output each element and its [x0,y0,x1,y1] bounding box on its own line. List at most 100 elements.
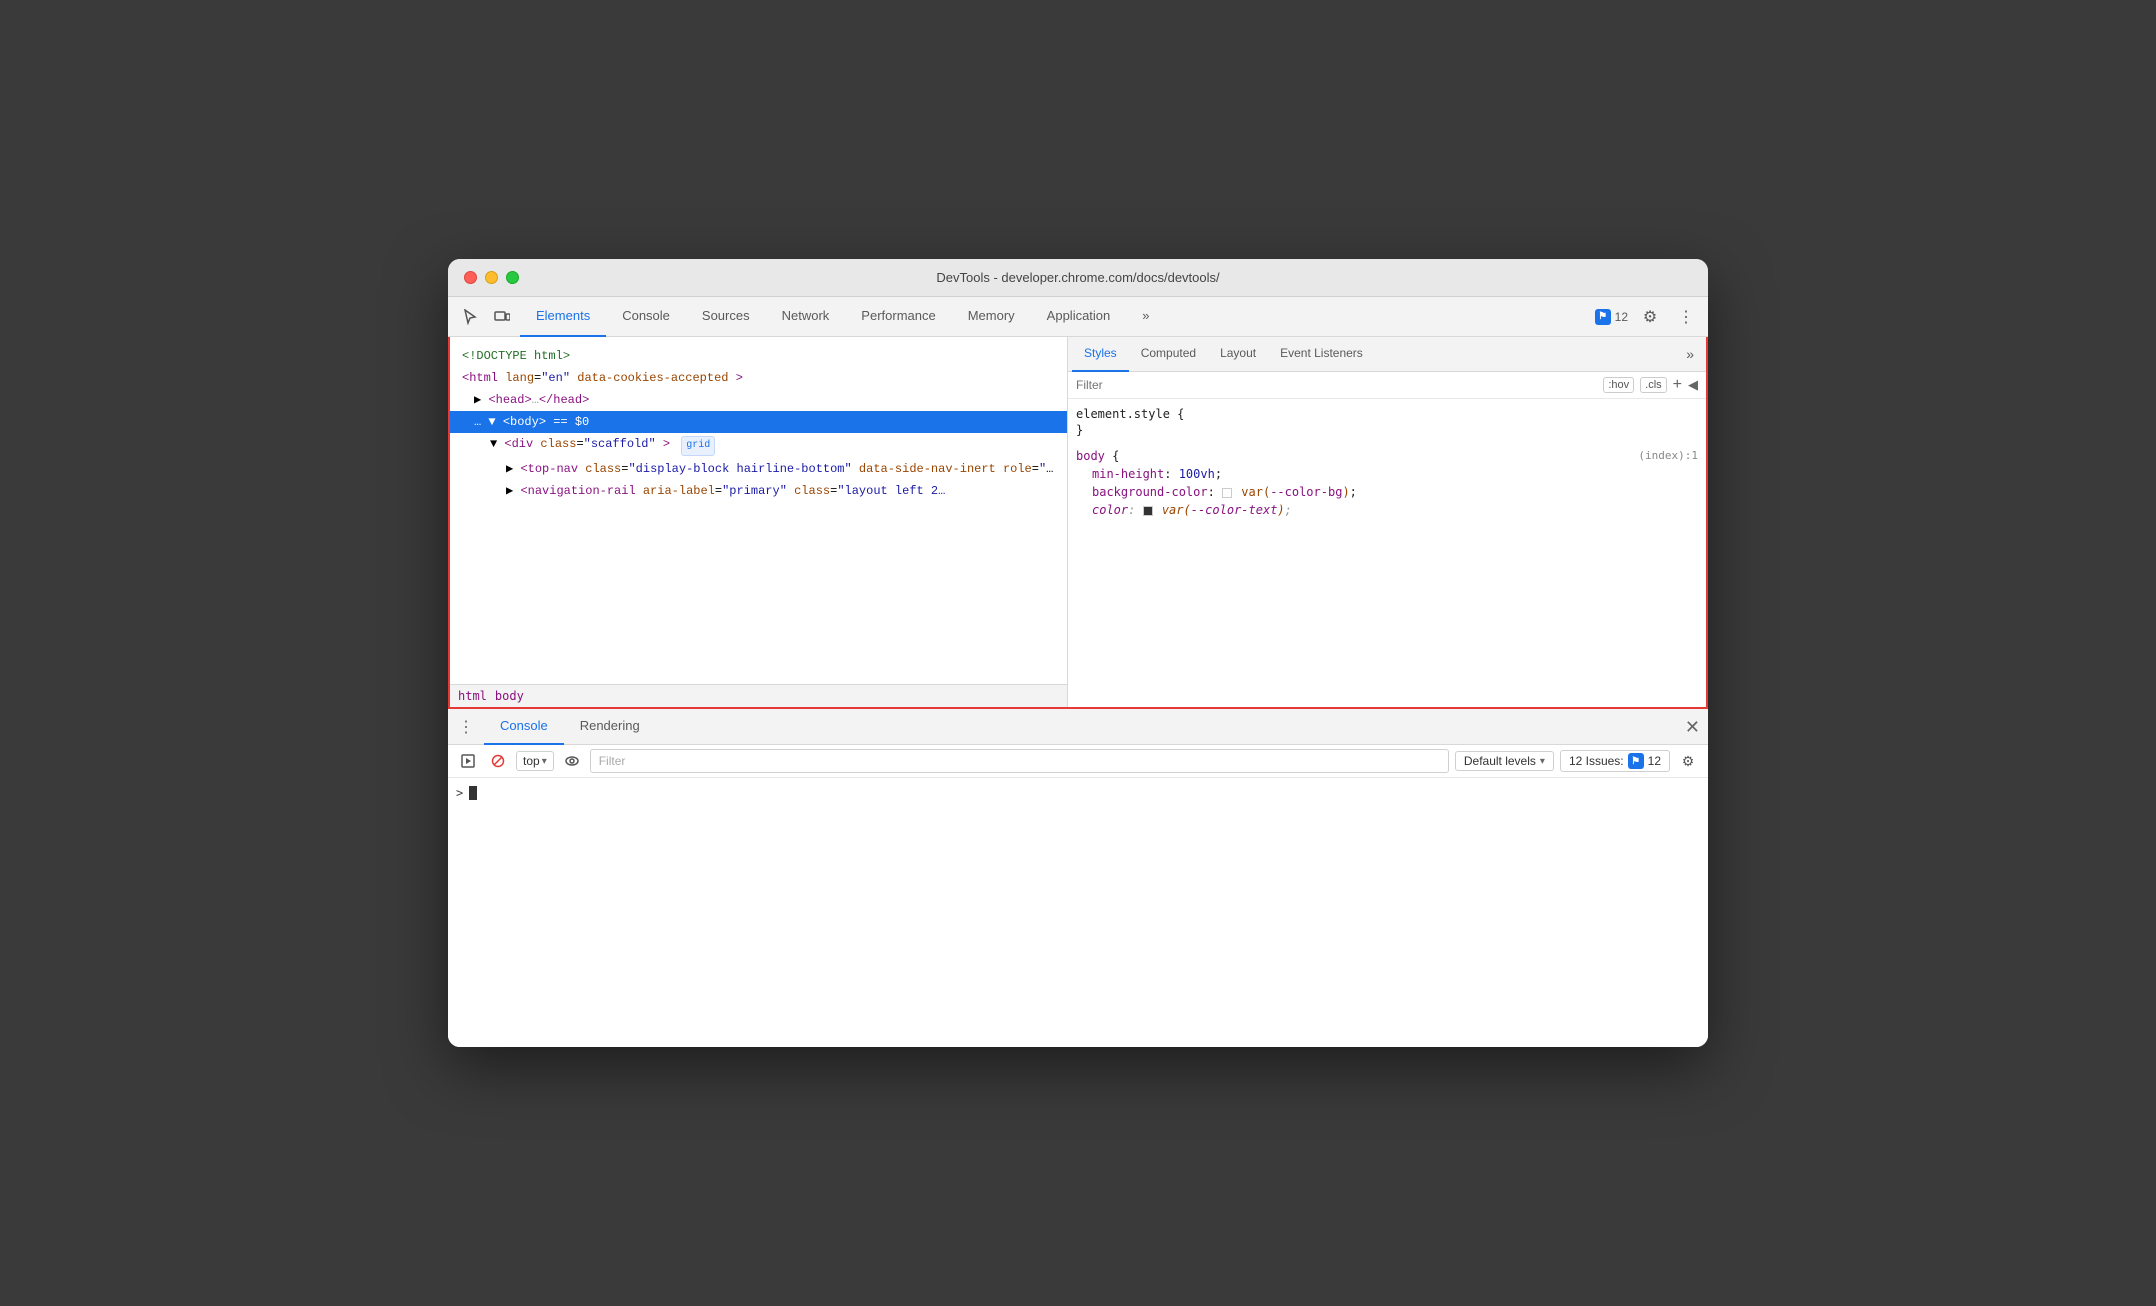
window-title: DevTools - developer.chrome.com/docs/dev… [936,270,1219,285]
minimize-button[interactable] [485,271,498,284]
element-style-close: } [1076,423,1698,437]
add-style-button[interactable]: + [1673,376,1682,394]
console-toolbar: top ▾ Default levels ▾ 12 Issues: ⚑ [448,745,1708,778]
toolbar-right: ⚑ 12 ⚙ ⋮ [1595,303,1700,331]
drawer-tabs: Console Rendering [484,709,656,745]
styles-filter-bar: :hov .cls + ◀ [1068,372,1706,399]
drawer-tab-rendering[interactable]: Rendering [564,709,656,745]
tab-performance[interactable]: Performance [845,297,951,337]
body-style-rule: body { (index):1 min-height: 100vh; back… [1076,449,1698,519]
breadcrumb-body[interactable]: body [495,689,524,703]
tab-application[interactable]: Application [1031,297,1127,337]
close-button[interactable] [464,271,477,284]
body-color-prop: color: var(--color-text); [1076,501,1698,519]
traffic-lights [464,271,519,284]
live-expressions-button[interactable] [560,749,584,773]
title-bar: DevTools - developer.chrome.com/docs/dev… [448,259,1708,297]
styles-filter-input[interactable] [1076,378,1595,392]
eye-icon [565,754,579,768]
console-body[interactable]: > [448,778,1708,1047]
element-style-header-text: element.style { [1076,407,1184,421]
filter-controls: :hov .cls + ◀ [1603,376,1698,394]
drawer-menu-icon[interactable]: ⋮ [456,717,476,737]
console-filter-input[interactable] [590,749,1449,773]
body-min-height-prop: min-height: 100vh; [1076,465,1698,483]
dom-nav-rail[interactable]: ▶ <navigation-rail aria-label="primary" … [450,480,1067,502]
device-toolbar-button[interactable] [488,303,516,331]
element-style-header: element.style { [1076,407,1698,421]
html-lang-attr: lang [505,371,534,385]
device-icon [494,309,510,325]
execute-script-button[interactable] [456,749,480,773]
styles-content: element.style { } body { (index):1 min-h… [1068,399,1706,707]
console-drawer: ⋮ Console Rendering ✕ [448,707,1708,1047]
console-prompt-line: > [456,786,1700,800]
devtools-window: DevTools - developer.chrome.com/docs/dev… [448,259,1708,1047]
breadcrumb-html[interactable]: html [458,689,487,703]
devtools-toolbar: Elements Console Sources Network Perform… [448,297,1708,337]
issues-icon: ⚑ [1595,309,1611,325]
drawer-close-button[interactable]: ✕ [1685,718,1700,736]
grid-badge[interactable]: grid [681,436,715,456]
html-lang-value: "en" [541,371,570,385]
body-rule-source[interactable]: (index):1 [1638,449,1698,462]
tab-console[interactable]: Console [606,297,686,337]
hov-button[interactable]: :hov [1603,377,1634,393]
maximize-button[interactable] [506,271,519,284]
drawer-tab-console[interactable]: Console [484,709,564,745]
body-rule-header: body { (index):1 [1076,449,1698,463]
styles-tabs: Styles Computed Layout Event Listeners » [1068,337,1706,372]
tab-memory[interactable]: Memory [952,297,1031,337]
block-icon [491,754,505,768]
toggle-style-panel-button[interactable]: ◀ [1688,377,1698,393]
context-selector[interactable]: top ▾ [516,751,554,771]
dom-head[interactable]: ▶ <head>…</head> [450,389,1067,411]
clear-console-button[interactable] [486,749,510,773]
devtools-panel: Elements Console Sources Network Perform… [448,297,1708,1047]
levels-chevron-icon: ▾ [1540,756,1545,767]
tab-elements[interactable]: Elements [520,297,606,337]
issues-count: 12 [1615,310,1628,324]
context-chevron-icon: ▾ [542,756,547,767]
cls-button[interactable]: .cls [1640,377,1667,393]
tab-sources[interactable]: Sources [686,297,766,337]
bg-color-swatch[interactable] [1222,488,1232,498]
more-options-button[interactable]: ⋮ [1672,303,1700,331]
html-data-attr: data-cookies-accepted [577,371,728,385]
console-cursor [469,786,477,800]
main-tabs: Elements Console Sources Network Perform… [520,297,1166,337]
default-levels-label: Default levels [1464,754,1536,768]
body-bg-color-prop: background-color: var(--color-bg); [1076,483,1698,501]
cursor-icon [462,309,478,325]
default-levels-button[interactable]: Default levels ▾ [1455,751,1554,771]
issues-badge[interactable]: ⚑ 12 [1595,309,1628,325]
inspect-element-button[interactable] [456,303,484,331]
dom-top-nav[interactable]: ▶ <top-nav class="display-block hairline… [450,458,1067,480]
dom-html[interactable]: <html lang="en" data-cookies-accepted > [450,367,1067,389]
dom-div-scaffold[interactable]: ▼ <div class="scaffold" > grid [450,433,1067,458]
tab-event-listeners[interactable]: Event Listeners [1268,337,1375,372]
console-issues-count: 12 [1648,754,1661,768]
html-tag: <html [462,371,498,385]
console-settings-button[interactable]: ⚙ [1676,749,1700,773]
issues-count-button[interactable]: 12 Issues: ⚑ 12 [1560,750,1670,772]
main-content-area: <!DOCTYPE html> <html lang="en" data-coo… [448,337,1708,707]
styles-panel: Styles Computed Layout Event Listeners »… [1068,337,1708,707]
styles-tabs-more[interactable]: » [1678,346,1702,362]
dom-body[interactable]: … ▼ <body> == $0 [450,411,1067,433]
issues-badge-icon: ⚑ [1628,753,1644,769]
tab-layout[interactable]: Layout [1208,337,1268,372]
tab-computed[interactable]: Computed [1129,337,1208,372]
tab-network[interactable]: Network [766,297,846,337]
settings-button[interactable]: ⚙ [1636,303,1664,331]
breadcrumb: html body [450,684,1067,707]
color-swatch[interactable] [1143,506,1153,516]
context-value: top [523,754,540,768]
elements-panel: <!DOCTYPE html> <html lang="en" data-coo… [448,337,1068,707]
element-style-rule: element.style { } [1076,407,1698,437]
dom-doctype: <!DOCTYPE html> [450,345,1067,367]
tab-more[interactable]: » [1126,297,1165,337]
play-icon [461,754,475,768]
dom-tree[interactable]: <!DOCTYPE html> <html lang="en" data-coo… [450,337,1067,684]
tab-styles[interactable]: Styles [1072,337,1129,372]
